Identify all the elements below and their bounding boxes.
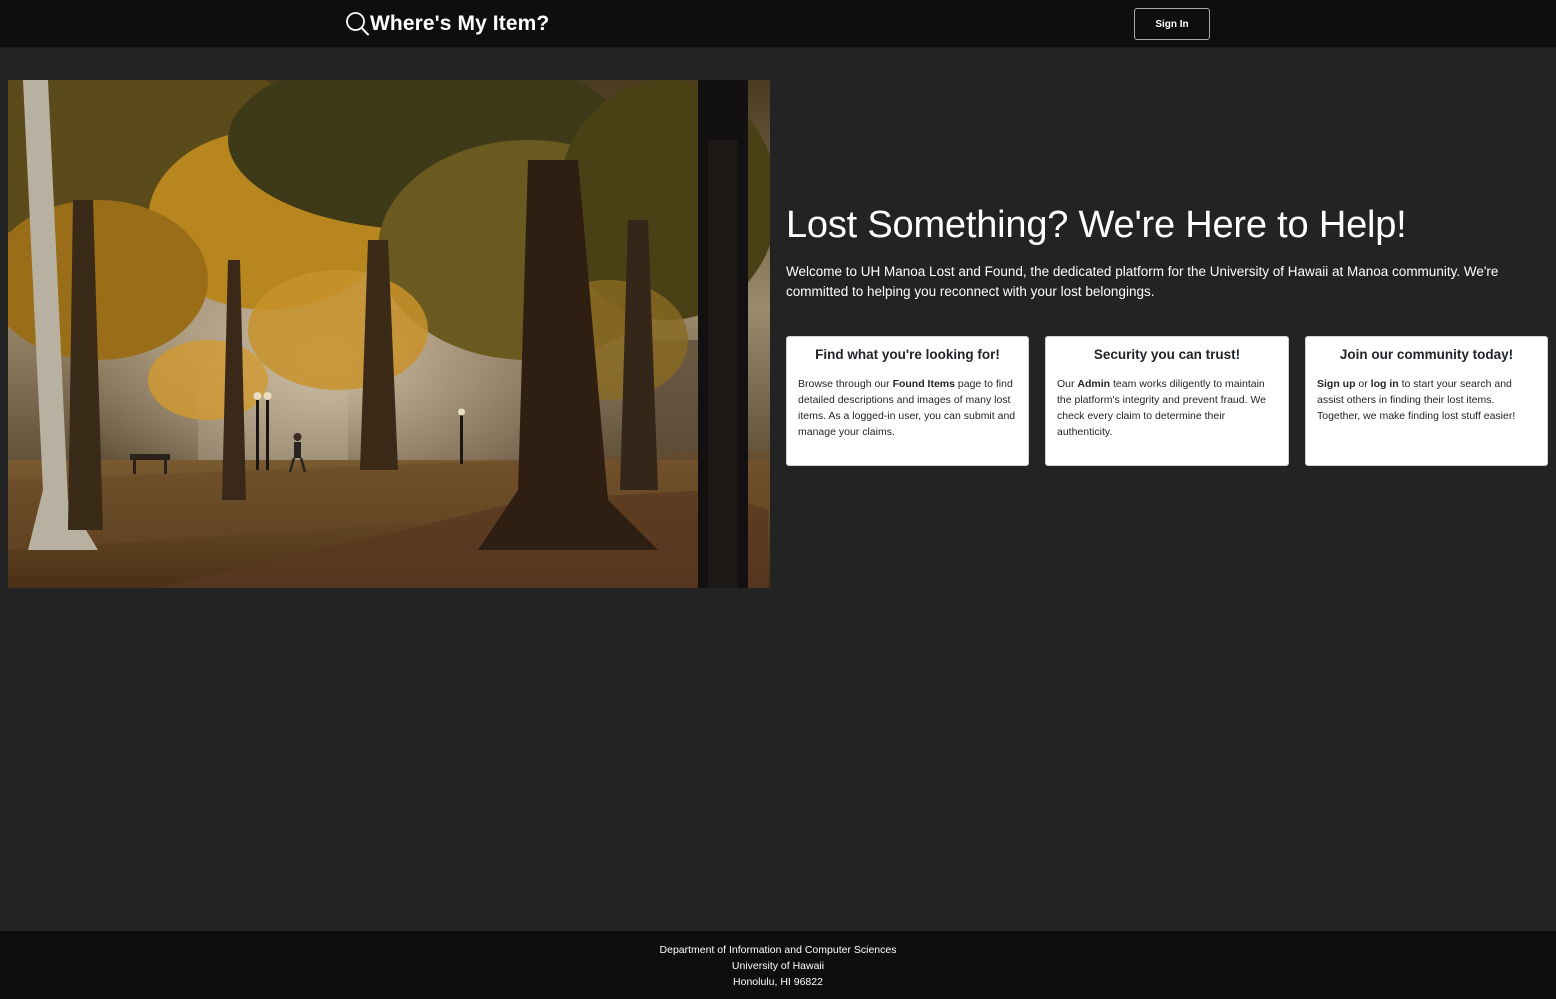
- card-body: Browse through our Found Items page to f…: [798, 376, 1017, 440]
- navbar: Where's My Item? Sign In: [0, 0, 1556, 48]
- admin-text: Admin: [1077, 378, 1111, 390]
- footer-department: Department of Information and Computer S…: [659, 944, 897, 956]
- campus-autumn-photo: [8, 80, 770, 588]
- brand-link[interactable]: Where's My Item?: [345, 10, 549, 38]
- card-title: Join our community today!: [1339, 347, 1514, 362]
- card-title: Security you can trust!: [1093, 347, 1241, 362]
- footer: Department of Information and Computer S…: [0, 931, 1556, 999]
- card-text: Our: [1057, 378, 1078, 390]
- card-title: Find what you're looking for!: [815, 347, 1000, 362]
- found-items-text: Found Items: [892, 378, 955, 390]
- footer-address: Honolulu, HI 96822: [733, 976, 823, 988]
- feature-card-community: Join our community today! Sign up or log…: [1305, 336, 1548, 466]
- search-icon: [345, 11, 370, 37]
- hero-title: Lost Something? We're Here to Help!: [786, 204, 1407, 246]
- feature-card-security: Security you can trust! Our Admin team w…: [1045, 336, 1289, 466]
- feature-card-find: Find what you're looking for! Browse thr…: [786, 336, 1029, 466]
- site-title: Where's My Item?: [370, 12, 550, 35]
- card-text: Browse through our: [798, 378, 893, 390]
- sign-up-text: Sign up: [1317, 378, 1356, 390]
- hero-description: Welcome to UH Manoa Lost and Found, the …: [786, 264, 1499, 299]
- card-body: Sign up or log in to start your search a…: [1317, 376, 1536, 424]
- card-text: or: [1355, 378, 1371, 390]
- sign-in-button[interactable]: Sign In: [1134, 8, 1210, 40]
- card-body: Our Admin team works diligently to maint…: [1057, 376, 1277, 440]
- log-in-text: log in: [1370, 378, 1399, 390]
- footer-university: University of Hawaii: [731, 960, 825, 972]
- main-content: Lost Something? We're Here to Help! Welc…: [0, 48, 1556, 931]
